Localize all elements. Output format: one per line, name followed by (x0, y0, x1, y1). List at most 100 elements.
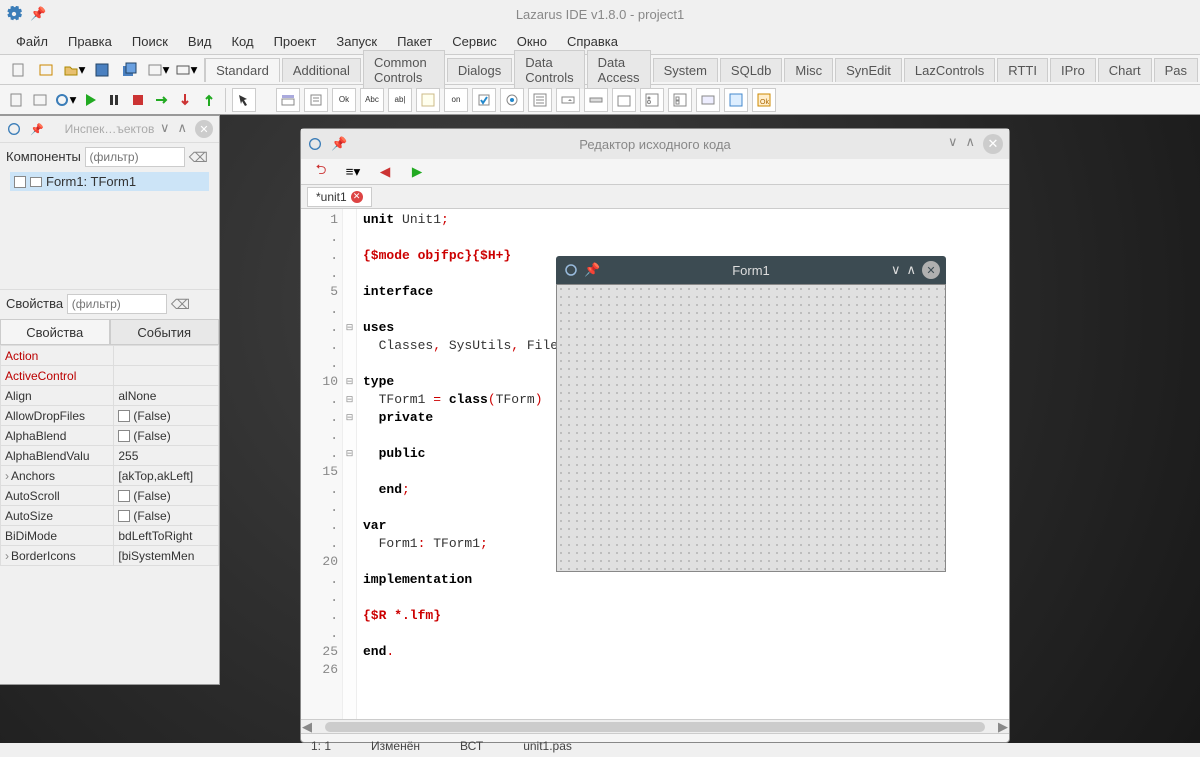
tab-common-controls[interactable]: Common Controls (363, 50, 445, 89)
dropdown-button[interactable]: ≡▾ (341, 160, 365, 184)
scroll-left-icon[interactable]: ◀ (301, 719, 313, 735)
components-filter-input[interactable] (85, 147, 185, 167)
tree-item-form1[interactable]: Form1: TForm1 (10, 172, 209, 191)
menu-code[interactable]: Код (223, 32, 261, 51)
property-row[interactable]: BiDiModebdLeftToRight (1, 526, 219, 546)
tab-data-access[interactable]: Data Access (587, 50, 651, 89)
pin-icon[interactable]: 📌 (30, 6, 46, 22)
tab-standard[interactable]: Standard (205, 58, 280, 82)
palette-memo[interactable] (416, 88, 440, 112)
pin-icon[interactable]: 📌 (331, 136, 347, 152)
new-form-button[interactable] (34, 58, 58, 82)
menu-window[interactable]: Окно (509, 32, 555, 51)
palette-selector[interactable] (232, 88, 256, 112)
minimize-icon[interactable]: ∨ (948, 134, 958, 154)
tab-sqldb[interactable]: SQLdb (720, 58, 782, 82)
tab-rtti[interactable]: RTTI (997, 58, 1048, 82)
nav-forward-button[interactable]: ▶ (405, 160, 429, 184)
file-tab-unit1[interactable]: *unit1 ✕ (307, 187, 372, 207)
new-unit-button[interactable] (6, 58, 30, 82)
pause-button[interactable] (104, 88, 124, 112)
close-tab-icon[interactable]: ✕ (351, 191, 363, 203)
property-row[interactable]: ›Anchors[akTop,akLeft] (1, 466, 219, 486)
palette-actionlist[interactable]: Ok (752, 88, 776, 112)
form-design-surface[interactable] (556, 284, 946, 572)
tab-synedit[interactable]: SynEdit (835, 58, 902, 82)
tab-misc[interactable]: Misc (784, 58, 833, 82)
step-into-button[interactable] (175, 88, 195, 112)
fold-gutter[interactable]: ⊟⊟⊟⊟⊟ (343, 209, 357, 719)
new-project-button[interactable]: ▾ (146, 58, 170, 82)
palette-button[interactable]: Ok (332, 88, 356, 112)
palette-checkgroup[interactable] (668, 88, 692, 112)
maximize-icon[interactable]: ∧ (906, 262, 916, 278)
scroll-right-icon[interactable]: ▶ (997, 719, 1009, 735)
editor-titlebar[interactable]: 📌 Редактор исходного кода ∨ ∧ ✕ (301, 129, 1009, 159)
property-row[interactable]: AutoScroll(False) (1, 486, 219, 506)
step-out-button[interactable] (199, 88, 219, 112)
menu-search[interactable]: Поиск (124, 32, 176, 51)
palette-panel[interactable] (696, 88, 720, 112)
menu-view[interactable]: Вид (180, 32, 220, 51)
filter-clear-button[interactable]: ⌫ (170, 295, 190, 315)
palette-checkbox[interactable] (472, 88, 496, 112)
palette-mainmenu[interactable] (276, 88, 300, 112)
palette-radiobutton[interactable] (500, 88, 524, 112)
jump-back-button[interactable]: ⮌ (309, 160, 333, 184)
minimize-icon[interactable]: ∨ (160, 120, 170, 138)
menu-package[interactable]: Пакет (389, 32, 440, 51)
tab-events[interactable]: События (110, 319, 220, 345)
tab-properties[interactable]: Свойства (0, 319, 110, 345)
filter-clear-button[interactable]: ⌫ (188, 148, 208, 168)
save-button[interactable] (90, 58, 114, 82)
property-row[interactable]: AlphaBlend(False) (1, 426, 219, 446)
pin-icon[interactable]: 📌 (584, 262, 600, 278)
palette-listbox[interactable] (528, 88, 552, 112)
build-mode-button[interactable]: ▾ (54, 88, 77, 112)
maximize-icon[interactable]: ∧ (177, 120, 187, 138)
property-row[interactable]: AlphaBlendValu255 (1, 446, 219, 466)
palette-groupbox[interactable] (612, 88, 636, 112)
palette-edit[interactable]: ab| (388, 88, 412, 112)
nav-back-button[interactable]: ◀ (373, 160, 397, 184)
palette-radiogroup[interactable] (640, 88, 664, 112)
tab-dialogs[interactable]: Dialogs (447, 58, 512, 82)
stop-button[interactable] (128, 88, 148, 112)
menu-file[interactable]: Файл (8, 32, 56, 51)
palette-popupmenu[interactable] (304, 88, 328, 112)
property-row[interactable]: Action (1, 346, 219, 366)
property-row[interactable]: ›BorderIcons[biSystemMen (1, 546, 219, 566)
close-icon[interactable]: ✕ (983, 134, 1003, 154)
target-button[interactable]: ▾ (174, 58, 198, 82)
tab-system[interactable]: System (653, 58, 718, 82)
tab-additional[interactable]: Additional (282, 58, 361, 82)
open-button[interactable]: ▾ (62, 58, 86, 82)
form-titlebar[interactable]: 📌 Form1 ∨ ∧ ✕ (556, 256, 946, 284)
tab-pascal[interactable]: Pas (1154, 58, 1198, 82)
run-button[interactable] (80, 88, 100, 112)
view-forms-button[interactable] (30, 88, 50, 112)
tab-data-controls[interactable]: Data Controls (514, 50, 584, 89)
palette-label[interactable]: Abc (360, 88, 384, 112)
tab-lazcontrols[interactable]: LazControls (904, 58, 995, 82)
pin-icon[interactable]: 📌 (30, 123, 44, 136)
palette-scrollbar[interactable] (584, 88, 608, 112)
close-icon[interactable]: ✕ (922, 261, 940, 279)
maximize-icon[interactable]: ∧ (965, 134, 975, 154)
step-over-button[interactable] (152, 88, 172, 112)
save-all-button[interactable] (118, 58, 142, 82)
menu-project[interactable]: Проект (266, 32, 325, 51)
property-row[interactable]: AutoSize(False) (1, 506, 219, 526)
close-icon[interactable]: ✕ (195, 120, 213, 138)
palette-frame[interactable] (724, 88, 748, 112)
menu-run[interactable]: Запуск (328, 32, 385, 51)
palette-togglebox[interactable]: on (444, 88, 468, 112)
main-titlebar[interactable]: 📌 Lazarus IDE v1.8.0 - project1 (0, 0, 1200, 28)
horizontal-scrollbar[interactable]: ◀ ▶ (301, 719, 1009, 733)
property-row[interactable]: AlignalNone (1, 386, 219, 406)
view-units-button[interactable] (6, 88, 26, 112)
tab-chart[interactable]: Chart (1098, 58, 1152, 82)
properties-filter-input[interactable] (67, 294, 167, 314)
palette-combobox[interactable] (556, 88, 580, 112)
tab-ipro[interactable]: IPro (1050, 58, 1096, 82)
